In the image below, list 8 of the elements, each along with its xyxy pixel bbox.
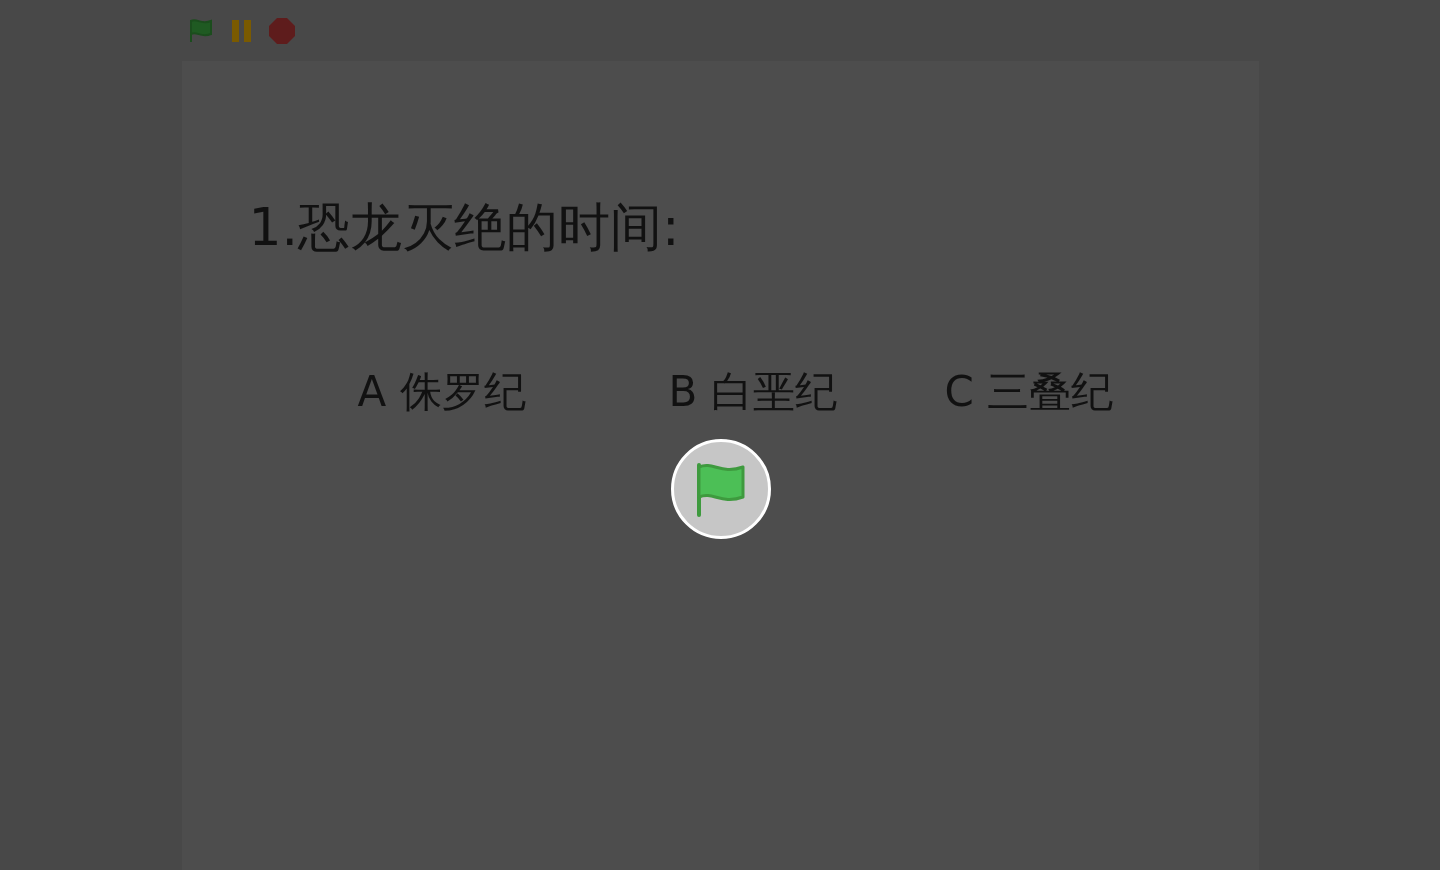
answer-option: B 白垩纪 xyxy=(668,371,945,413)
stop-icon xyxy=(268,17,295,44)
stop-button[interactable] xyxy=(267,16,296,45)
answer-option: A 侏罗纪 xyxy=(357,371,669,413)
pause-icon xyxy=(230,18,253,43)
answer-option: C 三叠纪 xyxy=(944,371,1145,413)
flag-icon xyxy=(188,18,215,43)
question-title: 1.恐龙灭绝的时间: xyxy=(248,201,681,253)
